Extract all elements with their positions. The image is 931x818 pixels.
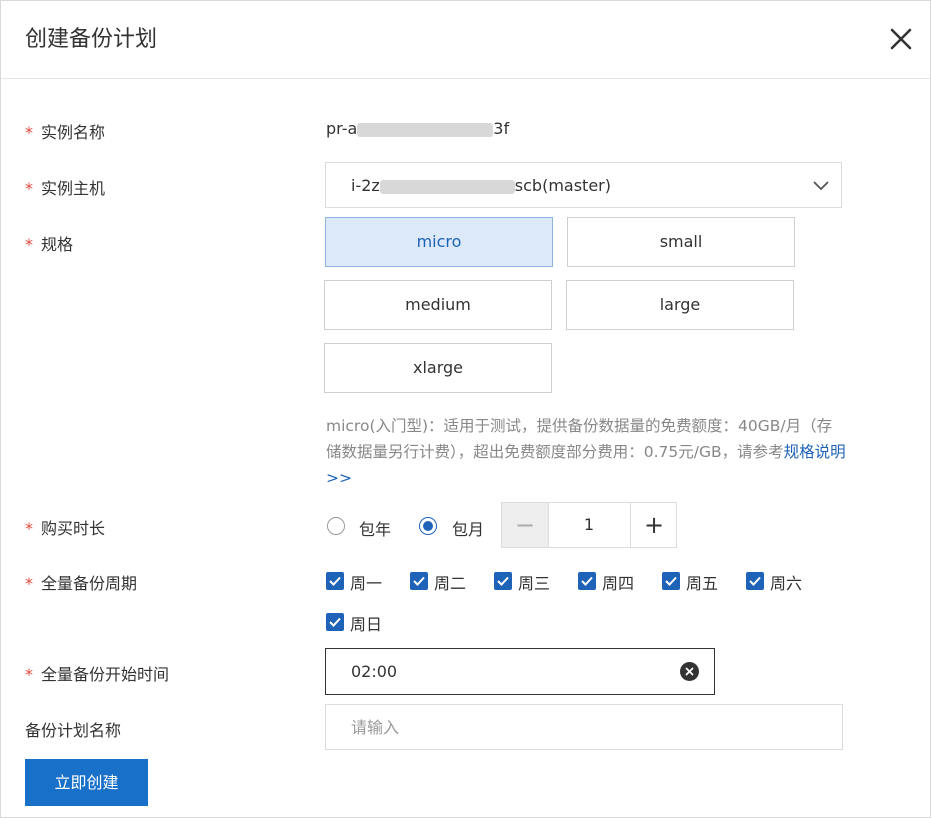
start-time-value: 02:00 bbox=[351, 662, 398, 681]
radio-yearly-label[interactable]: 包年 bbox=[359, 516, 391, 540]
checkbox-wednesday[interactable] bbox=[494, 572, 512, 590]
dialog-title: 创建备份计划 bbox=[25, 27, 158, 52]
instance-host-select[interactable]: i-2z scb(master) bbox=[325, 162, 842, 208]
checkbox-tuesday[interactable] bbox=[410, 572, 428, 590]
quantity-value[interactable]: 1 bbox=[549, 503, 629, 547]
create-backup-plan-dialog: 创建备份计划 * 实例名称 pr-a 3f * 实例主机 i-2z scb(master… bbox=[0, 0, 931, 818]
create-now-button[interactable]: 立即创建 bbox=[25, 759, 148, 806]
instance-host-value: i-2z scb(master) bbox=[351, 176, 611, 195]
checkbox-saturday-label[interactable]: 周六 bbox=[770, 570, 802, 594]
checkbox-saturday[interactable] bbox=[746, 572, 764, 590]
chevron-down-icon bbox=[812, 177, 830, 195]
checkbox-friday[interactable] bbox=[662, 572, 680, 590]
checkbox-friday-label[interactable]: 周五 bbox=[686, 570, 718, 594]
backup-cycle-label: * 全量备份周期 bbox=[25, 574, 138, 593]
plan-name-label: 备份计划名称 bbox=[25, 721, 122, 740]
radio-monthly[interactable] bbox=[419, 517, 437, 535]
spec-option-small[interactable]: small bbox=[567, 217, 795, 267]
plan-name-input[interactable] bbox=[325, 704, 843, 750]
checkbox-thursday[interactable] bbox=[578, 572, 596, 590]
spec-option-micro[interactable]: micro bbox=[325, 217, 553, 267]
masked-text bbox=[379, 179, 515, 194]
increment-button[interactable]: + bbox=[630, 503, 677, 547]
instance-host-label: * 实例主机 bbox=[25, 179, 106, 198]
spec-description: micro(入门型)：适用于测试，提供备份数据量的免费额度：40GB/月（存储数… bbox=[326, 417, 846, 487]
decrement-button[interactable]: − bbox=[502, 503, 549, 547]
required-mark: * bbox=[25, 123, 33, 142]
checkbox-thursday-label[interactable]: 周四 bbox=[602, 570, 634, 594]
instance-name-label: * 实例名称 bbox=[25, 123, 106, 142]
dialog-header: 创建备份计划 bbox=[1, 1, 930, 79]
checkbox-wednesday-label[interactable]: 周三 bbox=[518, 570, 550, 594]
spec-label: * 规格 bbox=[25, 235, 74, 254]
spec-option-large[interactable]: large bbox=[566, 280, 794, 330]
radio-monthly-label[interactable]: 包月 bbox=[452, 516, 484, 540]
checkbox-monday-label[interactable]: 周一 bbox=[350, 570, 382, 594]
quantity-stepper: − 1 + bbox=[501, 502, 677, 548]
spec-option-medium[interactable]: medium bbox=[324, 280, 552, 330]
checkbox-tuesday-label[interactable]: 周二 bbox=[434, 570, 466, 594]
start-time-picker[interactable]: 02:00 bbox=[325, 648, 715, 695]
checkbox-monday[interactable] bbox=[326, 572, 344, 590]
spec-option-xlarge[interactable]: xlarge bbox=[324, 343, 552, 393]
checkbox-sunday-label[interactable]: 周日 bbox=[350, 611, 382, 635]
checkbox-sunday[interactable] bbox=[326, 613, 344, 631]
instance-name-value: pr-a 3f bbox=[326, 119, 510, 138]
start-time-label: * 全量备份开始时间 bbox=[25, 665, 170, 684]
clear-icon[interactable] bbox=[680, 662, 699, 681]
masked-text bbox=[357, 122, 494, 137]
close-icon[interactable] bbox=[885, 23, 917, 55]
radio-yearly[interactable] bbox=[327, 517, 345, 535]
duration-label: * 购买时长 bbox=[25, 519, 106, 538]
